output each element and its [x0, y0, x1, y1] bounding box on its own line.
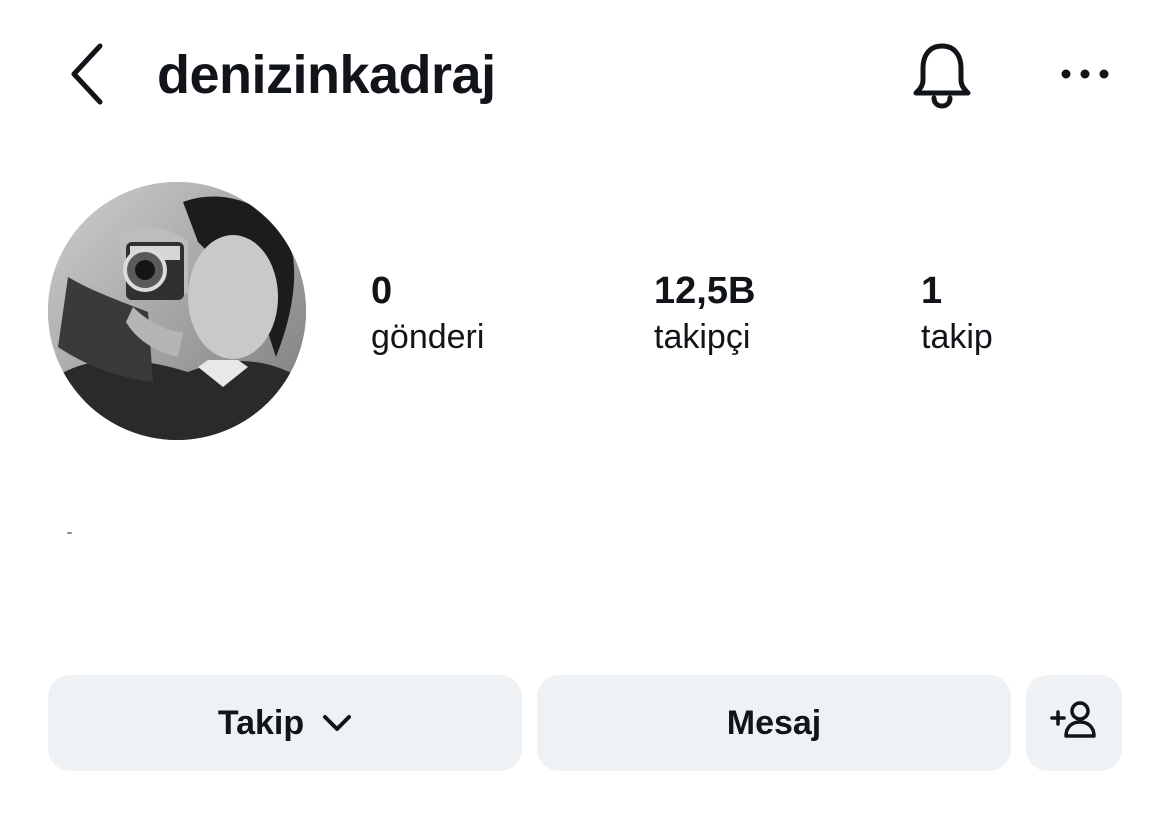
following-button-label: Takip	[217, 703, 305, 742]
bell-icon	[910, 40, 974, 115]
chevron-left-icon	[66, 42, 106, 111]
followers-count: 12,5B	[654, 270, 756, 312]
message-button-label: Mesaj	[726, 703, 822, 742]
stat-following[interactable]: 1 takip	[921, 268, 993, 360]
profile-username: denizinkadraj	[157, 45, 496, 105]
add-person-icon	[1050, 700, 1098, 747]
following-label: takip	[921, 318, 993, 356]
bio-area	[67, 532, 72, 534]
more-options-button[interactable]	[1052, 48, 1118, 104]
posts-label: gönderi	[371, 318, 485, 356]
suggested-users-button[interactable]	[1026, 675, 1122, 771]
posts-count: 0	[371, 270, 393, 312]
profile-header: denizinkadraj	[0, 0, 1170, 150]
avatar[interactable]	[48, 182, 306, 440]
message-button[interactable]: Mesaj	[537, 675, 1011, 771]
profile-photo	[48, 182, 306, 440]
stat-posts[interactable]: 0 gönderi	[371, 268, 484, 360]
following-dropdown-button[interactable]: Takip	[48, 675, 522, 771]
more-horizontal-icon	[1060, 67, 1110, 85]
followers-label: takipçi	[654, 318, 751, 356]
notifications-button[interactable]	[905, 40, 979, 114]
back-button[interactable]	[58, 40, 114, 112]
stat-followers[interactable]: 12,5B takipçi	[654, 268, 755, 360]
following-count: 1	[921, 270, 943, 312]
chevron-down-icon	[322, 714, 352, 732]
